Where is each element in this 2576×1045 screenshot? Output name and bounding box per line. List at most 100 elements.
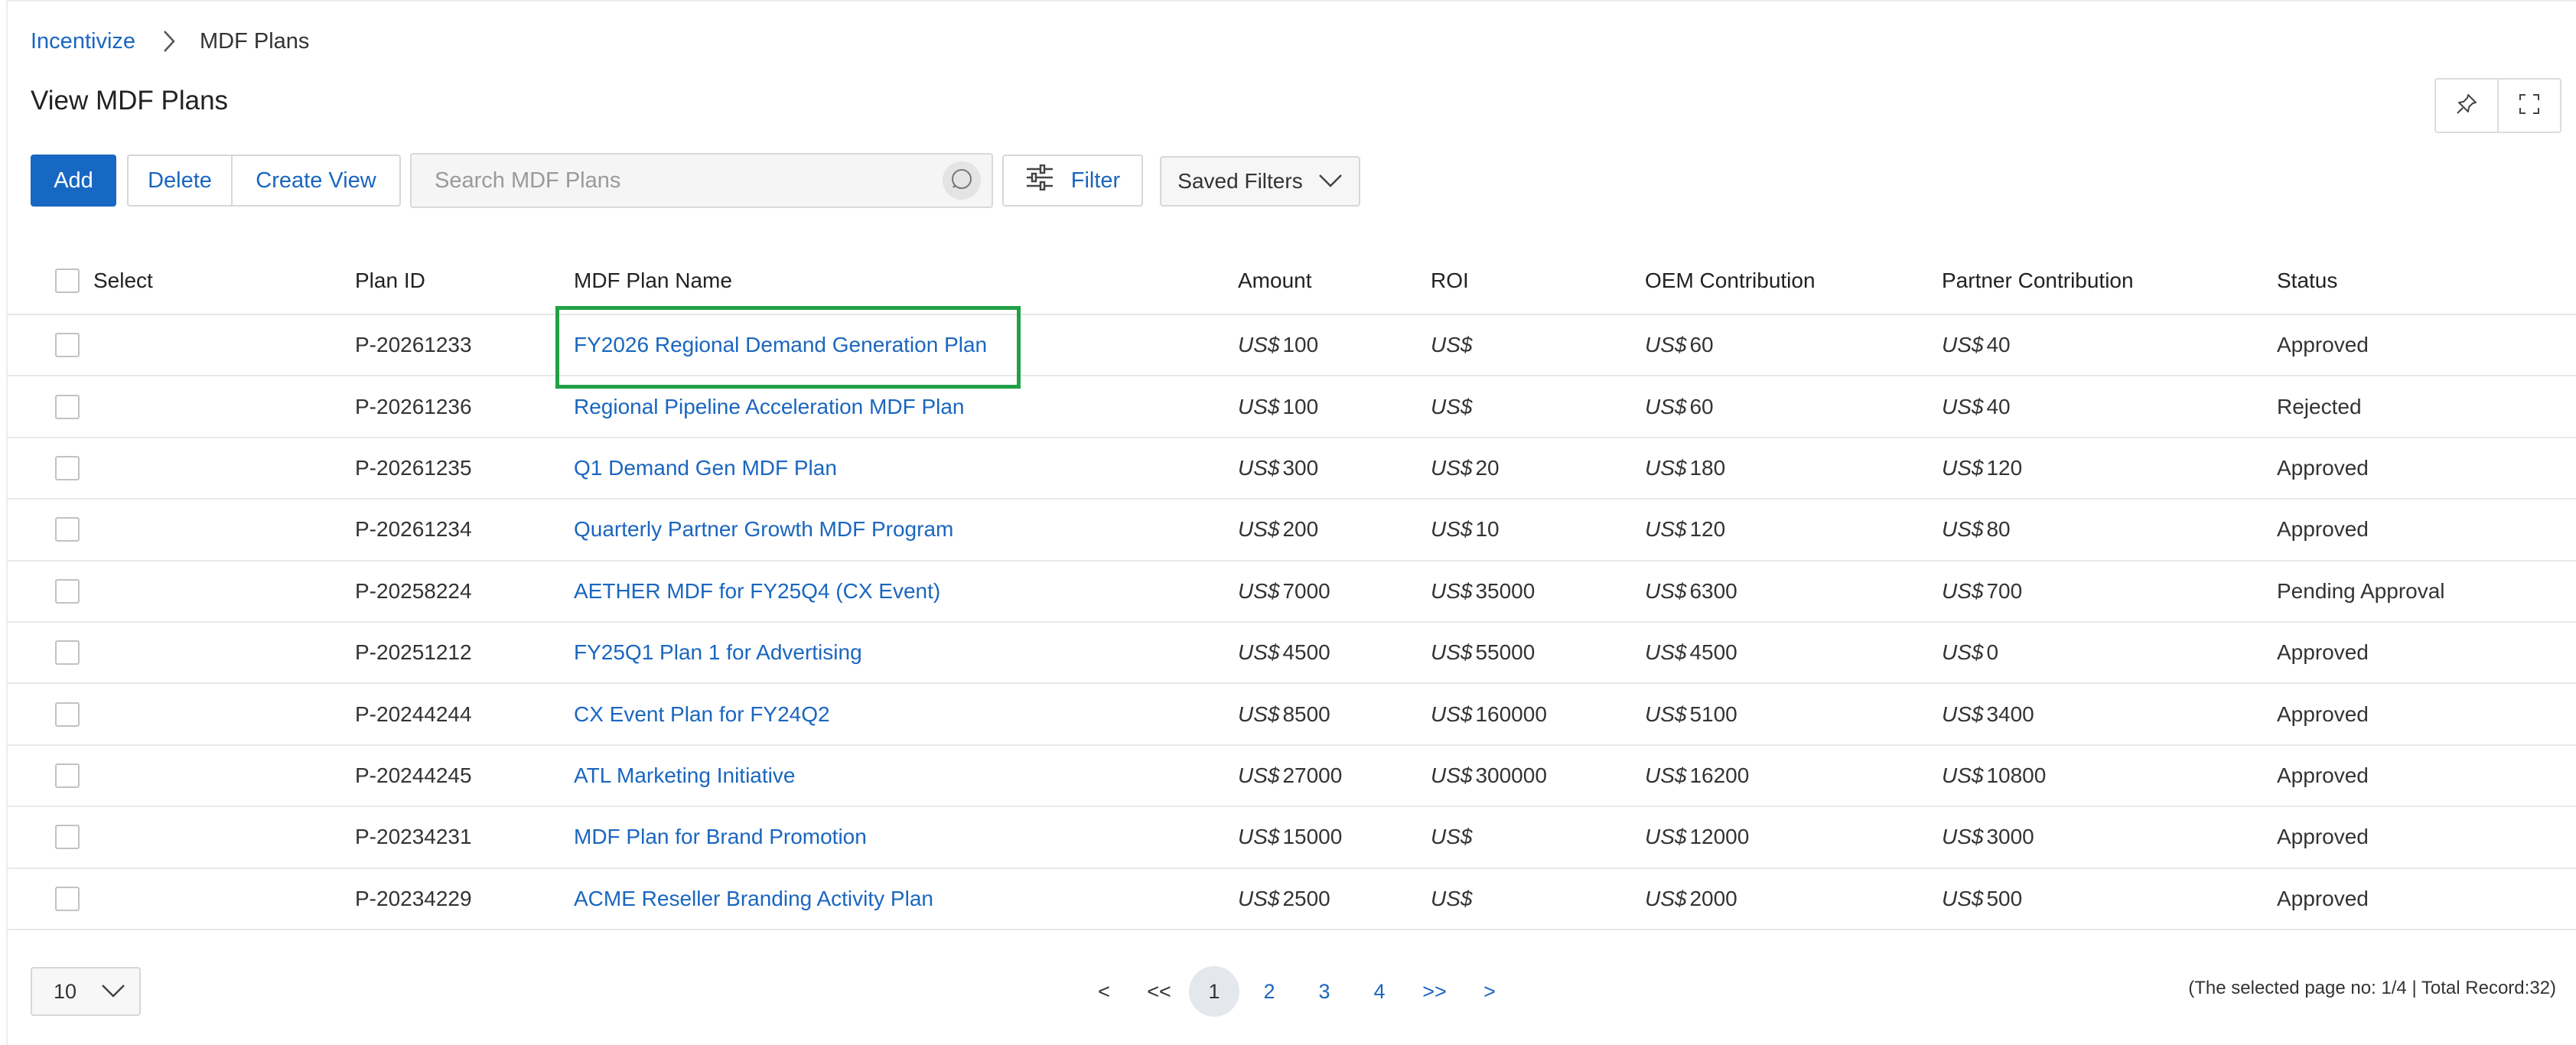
oem-contribution-cell-value: 16200 xyxy=(1689,763,1750,787)
saved-filters-dropdown[interactable]: Saved Filters xyxy=(1160,156,1360,207)
header-plan-id[interactable]: Plan ID xyxy=(355,248,425,314)
oem-contribution-cell-value: 12000 xyxy=(1689,825,1750,849)
header-roi[interactable]: ROI xyxy=(1431,248,1469,314)
row-select-cell xyxy=(55,746,80,806)
row-checkbox[interactable] xyxy=(55,578,80,604)
status-cell: Approved xyxy=(2277,517,2369,542)
search-button[interactable] xyxy=(943,161,981,200)
plan-name-link[interactable]: FY25Q1 Plan 1 for Advertising xyxy=(574,640,862,665)
currency-label: US$ xyxy=(1238,517,1280,542)
pagination-prev[interactable]: < xyxy=(1079,966,1129,1017)
oem-contribution-cell-value: 5100 xyxy=(1689,702,1737,726)
chevron-down-icon xyxy=(101,980,125,1004)
row-checkbox[interactable] xyxy=(55,702,80,727)
amount-cell: US$ 300 xyxy=(1238,438,1318,498)
currency-label: US$ xyxy=(1431,763,1473,787)
row-checkbox[interactable] xyxy=(55,640,80,666)
select-all-checkbox[interactable] xyxy=(55,269,80,293)
row-select-cell xyxy=(55,500,80,559)
oem-contribution-cell: US$ 180 xyxy=(1645,438,1725,498)
search-input[interactable] xyxy=(435,168,943,194)
status-cell: Approved xyxy=(2277,825,2369,849)
currency-label: US$ xyxy=(1431,578,1473,603)
page-size-select[interactable]: 10 xyxy=(31,967,141,1016)
partner-contribution-cell-value: 3400 xyxy=(1986,702,2034,726)
row-checkbox[interactable] xyxy=(55,886,80,911)
partner-contribution-cell: US$ 40 xyxy=(1942,376,2011,436)
pagination-first[interactable]: << xyxy=(1134,966,1184,1017)
table-row: P-20261235 Q1 Demand Gen MDF Plan US$ 300 US… xyxy=(8,438,2576,500)
filter-button[interactable]: Filter xyxy=(1002,155,1143,207)
plan-name-cell: MDF Plan for Brand Promotion xyxy=(574,807,867,867)
add-button[interactable]: Add xyxy=(31,155,116,207)
create-view-button[interactable]: Create View xyxy=(233,156,399,205)
breadcrumb: Incentivize MDF Plans xyxy=(31,28,309,55)
currency-label: US$ xyxy=(1942,333,1984,357)
breadcrumb-current: MDF Plans xyxy=(200,28,310,54)
partner-contribution-cell: US$ 700 xyxy=(1942,562,2022,621)
pagination-page-2[interactable]: 2 xyxy=(1244,966,1295,1017)
row-checkbox[interactable] xyxy=(55,455,80,480)
plan-id-cell: P-20234229 xyxy=(355,886,472,910)
roi-cell-value: 160000 xyxy=(1475,702,1547,726)
plan-name-link[interactable]: ACME Reseller Branding Activity Plan xyxy=(574,887,933,911)
oem-contribution-cell-value: 180 xyxy=(1689,455,1726,480)
page-title: View MDF Plans xyxy=(31,86,229,116)
page-size-value: 10 xyxy=(54,979,77,1003)
currency-label: US$ xyxy=(1942,455,1984,480)
partner-contribution-cell: US$ 3000 xyxy=(1942,807,2034,867)
breadcrumb-incentivize-link[interactable]: Incentivize xyxy=(31,29,135,54)
plan-name-link[interactable]: AETHER MDF for FY25Q4 (CX Event) xyxy=(574,579,940,604)
header-partner-contribution[interactable]: Partner Contribution xyxy=(1942,248,2134,314)
amount-cell-value: 8500 xyxy=(1282,702,1330,726)
header-oem-contribution[interactable]: OEM Contribution xyxy=(1645,248,1816,314)
plan-name-link[interactable]: Q1 Demand Gen MDF Plan xyxy=(574,456,837,480)
pagination-page-1[interactable]: 1 xyxy=(1189,966,1239,1017)
plan-id-cell: P-20261235 xyxy=(355,455,472,480)
row-checkbox[interactable] xyxy=(55,763,80,788)
plan-name-link[interactable]: MDF Plan for Brand Promotion xyxy=(574,825,867,849)
pin-icon xyxy=(2455,93,2478,119)
partner-contribution-cell-value: 0 xyxy=(1986,640,1999,665)
row-select-cell xyxy=(55,869,80,929)
row-select-cell xyxy=(55,684,80,744)
amount-cell: US$ 15000 xyxy=(1238,807,1342,867)
delete-button[interactable]: Delete xyxy=(129,156,233,205)
row-checkbox[interactable] xyxy=(55,394,80,419)
amount-cell: US$ 100 xyxy=(1238,376,1318,436)
plan-name-link[interactable]: ATL Marketing Initiative xyxy=(574,763,795,788)
oem-contribution-cell: US$ 6300 xyxy=(1645,562,1737,621)
plan-name-cell: CX Event Plan for FY24Q2 xyxy=(574,684,830,744)
pagination-next[interactable]: > xyxy=(1464,966,1515,1017)
header-amount[interactable]: Amount xyxy=(1238,248,1312,314)
fullscreen-button[interactable] xyxy=(2497,80,2560,132)
status-cell: Approved xyxy=(2277,333,2369,357)
plan-name-cell: FY2026 Regional Demand Generation Plan xyxy=(574,315,987,375)
row-checkbox[interactable] xyxy=(55,517,80,542)
plan-name-link[interactable]: Regional Pipeline Acceleration MDF Plan xyxy=(574,395,965,419)
currency-label: US$ xyxy=(1645,702,1687,726)
filter-label: Filter xyxy=(1070,168,1121,193)
roi-cell: US$ 10 xyxy=(1431,500,1500,559)
pagination-page-4[interactable]: 4 xyxy=(1354,966,1405,1017)
plan-name-link[interactable]: FY2026 Regional Demand Generation Plan xyxy=(574,333,987,357)
pagination-last[interactable]: >> xyxy=(1409,966,1460,1017)
pagination-page-3[interactable]: 3 xyxy=(1299,966,1350,1017)
currency-label: US$ xyxy=(1645,455,1687,480)
partner-contribution-cell: US$ 3400 xyxy=(1942,684,2034,744)
roi-cell-value: 20 xyxy=(1475,455,1500,480)
chevron-down-icon xyxy=(1318,169,1343,194)
plan-id-cell: P-20234231 xyxy=(355,825,472,849)
header-mdf-plan-name[interactable]: MDF Plan Name xyxy=(574,248,732,314)
plan-name-link[interactable]: Quarterly Partner Growth MDF Program xyxy=(574,517,953,542)
amount-cell-value: 200 xyxy=(1282,517,1319,542)
currency-label: US$ xyxy=(1645,517,1687,542)
plan-name-link[interactable]: CX Event Plan for FY24Q2 xyxy=(574,702,830,727)
row-checkbox[interactable] xyxy=(55,825,80,850)
row-checkbox[interactable] xyxy=(55,333,80,358)
mdf-plans-table: Select Plan ID MDF Plan Name Amount ROI … xyxy=(8,248,2576,930)
pin-button[interactable] xyxy=(2436,80,2497,132)
partner-contribution-cell: US$ 120 xyxy=(1942,438,2022,498)
header-status[interactable]: Status xyxy=(2277,248,2337,314)
partner-contribution-cell: US$ 80 xyxy=(1942,500,2011,559)
